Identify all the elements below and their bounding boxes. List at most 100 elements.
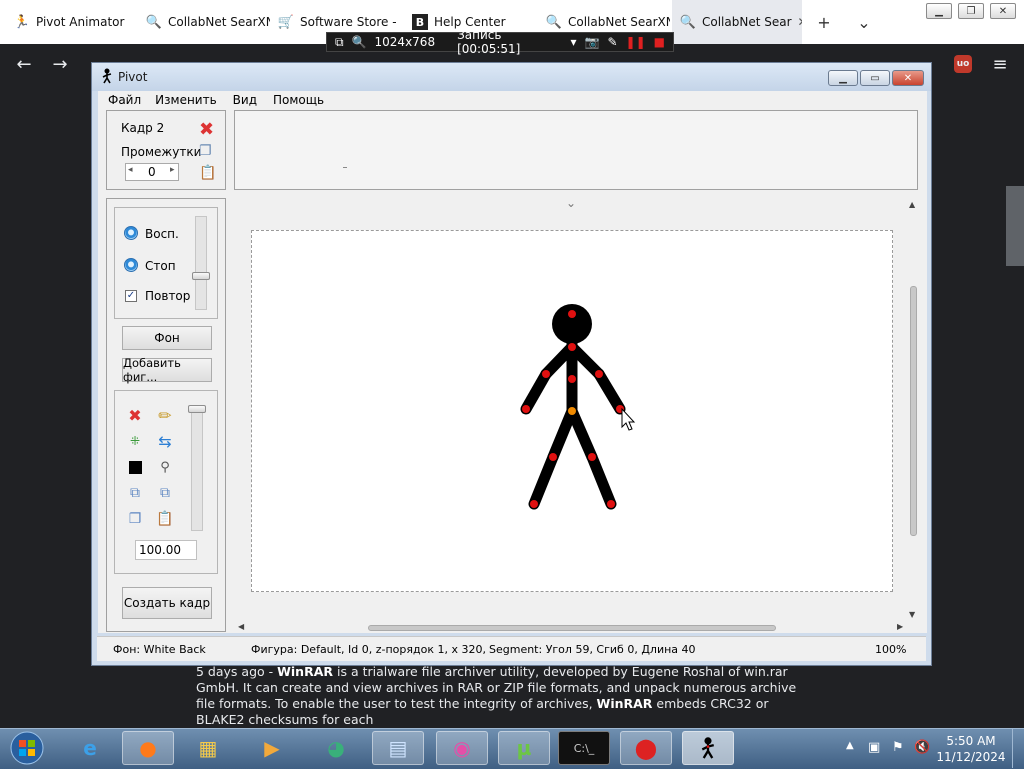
vertical-scrollbar-thumb[interactable] — [910, 286, 917, 536]
intervals-stepper[interactable]: ◂ 0 ▸ — [125, 163, 179, 181]
delete-frame-icon[interactable]: ✖ — [199, 119, 214, 140]
play-radio[interactable] — [124, 226, 138, 240]
stop-icon[interactable]: ■ — [654, 35, 665, 49]
internet-explorer-icon[interactable]: e — [64, 731, 116, 765]
minimize-button[interactable]: ▁ — [926, 3, 952, 19]
paste-icon[interactable]: 📋 — [199, 165, 216, 181]
chevron-down-icon[interactable]: ⌄ — [852, 8, 876, 36]
store-icon: 🛒 — [277, 14, 295, 30]
copy-figure-icon[interactable]: ❐ — [126, 510, 144, 528]
pencil-icon[interactable]: ✏ — [156, 406, 174, 425]
loop-checkbox[interactable]: ✓ — [125, 290, 137, 302]
pivot-minimize-button[interactable]: ▁ — [828, 70, 858, 86]
mask-app-icon[interactable]: ◉ — [436, 731, 488, 765]
tray-expand-icon[interactable]: ▲ — [846, 740, 854, 751]
joint-handle[interactable] — [595, 370, 603, 378]
dropdown-icon[interactable]: ▾ — [571, 35, 577, 49]
camera-icon[interactable]: 📷 — [585, 35, 600, 49]
copy-icon[interactable]: ❐ — [199, 143, 212, 159]
close-icon[interactable]: ✕ — [798, 15, 802, 29]
menu-view[interactable]: Вид — [233, 91, 257, 109]
scroll-down-icon[interactable]: ▼ — [909, 610, 915, 619]
page-scrollbar-thumb[interactable] — [1006, 186, 1024, 266]
control-panel-icon[interactable]: ▤ — [372, 731, 424, 765]
chevron-down-icon[interactable]: ⌄ — [566, 196, 576, 210]
decrement-icon[interactable]: ◂ — [128, 165, 133, 175]
show-desktop-button[interactable] — [1012, 728, 1024, 768]
frame-timeline[interactable] — [234, 110, 918, 190]
ublock-icon[interactable]: uo — [954, 55, 972, 73]
joint-tool-icon[interactable]: ⚲ — [156, 458, 174, 476]
joint-handle[interactable] — [607, 500, 615, 508]
command-prompt-icon[interactable]: C:\_ — [558, 731, 610, 765]
joint-handle[interactable] — [530, 500, 538, 508]
stickman-icon — [102, 68, 112, 84]
close-window-button[interactable]: ✕ — [990, 3, 1016, 19]
increment-icon[interactable]: ▸ — [170, 165, 175, 175]
media-player-icon[interactable]: ▶ — [246, 731, 298, 765]
joint-handle[interactable] — [549, 453, 557, 461]
forward-arrow-icon[interactable]: → — [48, 52, 72, 76]
scale-input[interactable]: 100.00 — [135, 540, 197, 560]
start-button[interactable] — [0, 731, 54, 765]
menu-help[interactable]: Помощь — [273, 91, 324, 109]
scale-slider-thumb[interactable] — [188, 405, 206, 413]
fullscreen-icon[interactable]: ⧉ — [335, 35, 344, 50]
back-arrow-icon[interactable]: ← — [12, 52, 36, 76]
paste-figure-icon[interactable]: 📋 — [156, 510, 174, 528]
create-frame-button[interactable]: Создать кадр — [122, 587, 212, 619]
restore-button[interactable]: ❐ — [958, 3, 984, 19]
add-figure-button[interactable]: Добавить фиг... — [122, 356, 212, 384]
background-button[interactable]: Фон — [122, 326, 212, 350]
firefox-icon[interactable]: ● — [122, 731, 174, 765]
pen-icon[interactable]: ✎ — [607, 35, 617, 49]
scroll-up-icon[interactable]: ▲ — [909, 200, 915, 209]
pause-icon[interactable]: ❚❚ — [626, 35, 646, 49]
speed-slider[interactable] — [195, 216, 207, 310]
scroll-right-icon[interactable]: ▶ — [897, 622, 903, 631]
horizontal-scrollbar-thumb[interactable] — [368, 625, 776, 631]
pivot-maximize-button[interactable]: ▭ — [860, 70, 890, 86]
joint-handle[interactable] — [568, 375, 576, 383]
scale-slider[interactable] — [191, 405, 203, 531]
joint-handle[interactable] — [542, 370, 550, 378]
tab-collabnet-active[interactable]: 🔍 CollabNet Sear ✕ — [672, 0, 802, 44]
zoom-icon[interactable]: 🔍 — [352, 35, 367, 49]
playback-group: Восп. Стоп ✓ Повтор — [114, 207, 218, 319]
color-swatch-icon[interactable] — [129, 461, 142, 474]
tab-pivot-animator[interactable]: 🏃 Pivot Animator — [6, 0, 138, 44]
clock-time: 5:50 AM — [946, 734, 996, 748]
joint-handle[interactable] — [568, 310, 576, 318]
menu-icon[interactable]: ≡ — [988, 52, 1012, 76]
bring-front-icon[interactable]: ⧉ — [156, 484, 174, 502]
app-icon[interactable]: ◕ — [310, 731, 362, 765]
menu-edit[interactable]: Изменить — [155, 91, 217, 109]
animation-stage[interactable] — [251, 230, 893, 592]
pivot-title-bar: Pivot ▁ ▭ ✕ — [92, 63, 931, 91]
joint-handle[interactable] — [588, 453, 596, 461]
tab-collabnet-searxng[interactable]: 🔍 CollabNet SearXNG — [138, 0, 270, 44]
delete-figure-icon[interactable]: ✖ — [126, 406, 144, 425]
speed-slider-thumb[interactable] — [192, 272, 210, 280]
clock[interactable]: 5:50 AM 11/12/2024 — [936, 733, 1006, 765]
center-figure-icon[interactable]: ⁜ — [126, 432, 144, 450]
utorrent-icon[interactable]: µ — [498, 731, 550, 765]
volume-muted-icon[interactable]: 🔇 — [914, 740, 930, 755]
status-figure: Фигура: Default, Id 0, z-порядок 1, x 32… — [251, 643, 521, 656]
recorder-app-icon[interactable]: ⬤ — [620, 731, 672, 765]
scroll-left-icon[interactable]: ◀ — [238, 622, 244, 631]
new-tab-button[interactable]: + — [812, 8, 836, 36]
network-icon[interactable]: ▣ — [868, 740, 880, 755]
joint-handle[interactable] — [522, 405, 530, 413]
menu-file[interactable]: Файл — [108, 91, 141, 109]
pivot-taskbar-icon[interactable] — [682, 731, 734, 765]
joint-handle[interactable] — [568, 343, 576, 351]
action-center-icon[interactable]: ⚑ — [892, 740, 904, 755]
file-explorer-icon[interactable]: ▦ — [182, 731, 234, 765]
pivot-joint-handle[interactable] — [568, 407, 576, 415]
send-back-icon[interactable]: ⧉ — [126, 484, 144, 502]
pivot-close-button[interactable]: ✕ — [892, 70, 924, 86]
flip-icon[interactable]: ⇆ — [156, 432, 174, 451]
stop-radio[interactable] — [124, 258, 138, 272]
stick-figure[interactable] — [252, 231, 892, 591]
